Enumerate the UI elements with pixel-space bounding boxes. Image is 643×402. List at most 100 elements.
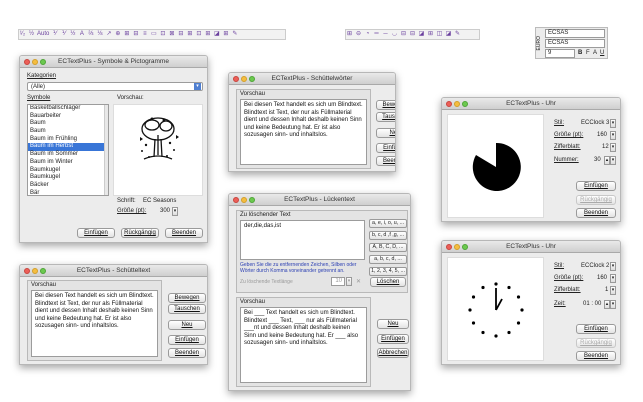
middle-tool-icon[interactable]: ⊟: [409, 30, 416, 39]
delete-button[interactable]: Löschen: [370, 277, 406, 287]
left-tool-icon[interactable]: A: [78, 30, 85, 39]
underline-button[interactable]: U: [600, 50, 604, 56]
preview-text[interactable]: Bei diesen Text handelt es sich um Blind…: [240, 99, 367, 165]
stil-value[interactable]: ECClock 3: [581, 120, 609, 126]
kerning-button[interactable]: A: [593, 50, 597, 56]
middle-tool-icon[interactable]: ✎: [454, 30, 461, 39]
left-tool-icon[interactable]: ⊞: [222, 30, 229, 39]
font-select-1[interactable]: ECSAS: [545, 29, 605, 38]
middle-tool-icon[interactable]: ─: [382, 30, 389, 39]
ziffer-value[interactable]: 1: [605, 287, 608, 293]
nummer-value[interactable]: 30: [594, 157, 601, 163]
new-button[interactable]: Neu: [376, 128, 395, 138]
list-item[interactable]: Bauarbeiter: [28, 113, 108, 121]
zoom-icon[interactable]: [462, 101, 468, 107]
list-item[interactable]: Baum im Winter: [28, 159, 108, 167]
kategorie-select[interactable]: (Alle) ▾: [27, 82, 203, 91]
left-tool-icon[interactable]: ½: [28, 30, 35, 39]
left-tool-icon[interactable]: ⅔: [87, 30, 94, 39]
middle-tool-icon[interactable]: ◪: [445, 30, 452, 39]
cancel-button[interactable]: Abbrechen: [377, 348, 409, 358]
minimize-icon[interactable]: [241, 76, 247, 82]
nummer-stepper-down[interactable]: ▾: [610, 156, 616, 165]
insert-button[interactable]: Einfügen: [376, 143, 395, 153]
left-tool-icon[interactable]: ½: [69, 30, 76, 39]
close-button[interactable]: Beenden: [376, 156, 395, 166]
insert-button[interactable]: Einfügen: [576, 324, 616, 334]
symbol-list[interactable]: Basketballschläger Bauarbeiter Baum Baum Bau…: [27, 104, 109, 196]
undo-button[interactable]: Rückgängig: [576, 195, 616, 205]
new-button[interactable]: Neu: [168, 320, 206, 330]
list-item[interactable]: Basketballschläger: [28, 105, 108, 113]
zoom-icon[interactable]: [40, 59, 46, 65]
close-icon[interactable]: [24, 59, 30, 65]
left-tool-icon[interactable]: ≡: [141, 30, 148, 39]
left-tool-icon[interactable]: ◪: [213, 30, 220, 39]
ziffer-dropdown[interactable]: ▾: [610, 143, 616, 152]
insert-button[interactable]: Einfügen: [77, 228, 115, 238]
zoom-icon[interactable]: [40, 268, 46, 274]
list-item[interactable]: Bär: [28, 190, 108, 195]
list-item[interactable]: Baumkugel: [28, 174, 108, 182]
groesse-value[interactable]: 160: [597, 275, 607, 281]
middle-tool-icon[interactable]: ◔: [364, 30, 371, 39]
preview-text[interactable]: Bei diesen Text handelt es sich um Blind…: [31, 290, 158, 357]
list-item[interactable]: Baumkugel: [28, 167, 108, 175]
insert-button[interactable]: Einfügen: [576, 181, 616, 191]
close-button[interactable]: Beenden: [576, 208, 616, 218]
font-size-field[interactable]: 9: [545, 49, 575, 58]
close-icon[interactable]: [24, 268, 30, 274]
close-x-icon[interactable]: ✕: [356, 278, 361, 285]
list-item[interactable]: Baum: [28, 128, 108, 136]
swap-button[interactable]: Tauschen: [168, 304, 206, 314]
close-icon[interactable]: [233, 76, 239, 82]
ziffer-value[interactable]: 12: [602, 144, 609, 150]
left-tool-icon[interactable]: ⊞: [186, 30, 193, 39]
left-tool-icon[interactable]: ⅟: [60, 30, 67, 39]
undo-button[interactable]: Rückgängig: [576, 338, 616, 348]
minimize-icon[interactable]: [454, 101, 460, 107]
move-button[interactable]: Bewegen: [168, 293, 206, 303]
groesse-value[interactable]: 160: [597, 132, 607, 138]
close-icon[interactable]: [233, 197, 239, 203]
zoom-icon[interactable]: [462, 244, 468, 250]
left-tool-icon[interactable]: ⊞: [123, 30, 130, 39]
left-tool-icon[interactable]: ▭: [150, 30, 157, 39]
list-item[interactable]: Baum im Sommer: [28, 151, 108, 159]
swap-button[interactable]: Tauschen: [376, 112, 395, 122]
stil-dropdown[interactable]: ▾: [610, 119, 616, 128]
list-item[interactable]: Baum im Herbst: [28, 143, 108, 152]
middle-tool-icon[interactable]: ◪: [418, 30, 425, 39]
middle-tool-icon[interactable]: ═: [373, 30, 380, 39]
close-button[interactable]: Beenden: [576, 351, 616, 361]
middle-tool-icon[interactable]: ⊖: [355, 30, 362, 39]
close-button[interactable]: Beenden: [168, 348, 206, 358]
middle-tool-icon[interactable]: ⊞: [427, 30, 434, 39]
zoom-icon[interactable]: [249, 76, 255, 82]
minimize-icon[interactable]: [32, 268, 38, 274]
stil-dropdown[interactable]: ▾: [610, 262, 616, 271]
move-button[interactable]: Bewegen: [376, 100, 395, 110]
length-field[interactable]: 10: [331, 277, 345, 286]
zoom-icon[interactable]: [249, 197, 255, 203]
groesse-dropdown[interactable]: ▾: [610, 274, 616, 283]
left-tool-icon[interactable]: Auto: [37, 30, 49, 39]
left-tool-icon[interactable]: ⊞: [204, 30, 211, 39]
minimize-icon[interactable]: [454, 244, 460, 250]
left-tool-icon[interactable]: ⊟: [132, 30, 139, 39]
list-item[interactable]: Bäcker: [28, 182, 108, 190]
middle-tool-icon[interactable]: ◫: [436, 30, 443, 39]
close-icon[interactable]: [446, 101, 452, 107]
close-icon[interactable]: [446, 244, 452, 250]
left-tool-icon[interactable]: ⊡: [195, 30, 202, 39]
preview-text[interactable]: Bei ___ Text handelt es sich um Blindtex…: [240, 307, 367, 383]
left-tool-icon[interactable]: ⊠: [168, 30, 175, 39]
zeit-stepper-down[interactable]: ▾: [610, 300, 616, 309]
left-tool-icon[interactable]: ✎: [231, 30, 238, 39]
left-tool-icon[interactable]: ⅛: [96, 30, 103, 39]
list-item[interactable]: Baum: [28, 120, 108, 128]
left-tool-icon[interactable]: ⅟: [51, 30, 58, 39]
stil-value[interactable]: ECClock 2: [581, 263, 609, 269]
ziffer-dropdown[interactable]: ▾: [610, 286, 616, 295]
middle-tool-icon[interactable]: ⊟: [400, 30, 407, 39]
